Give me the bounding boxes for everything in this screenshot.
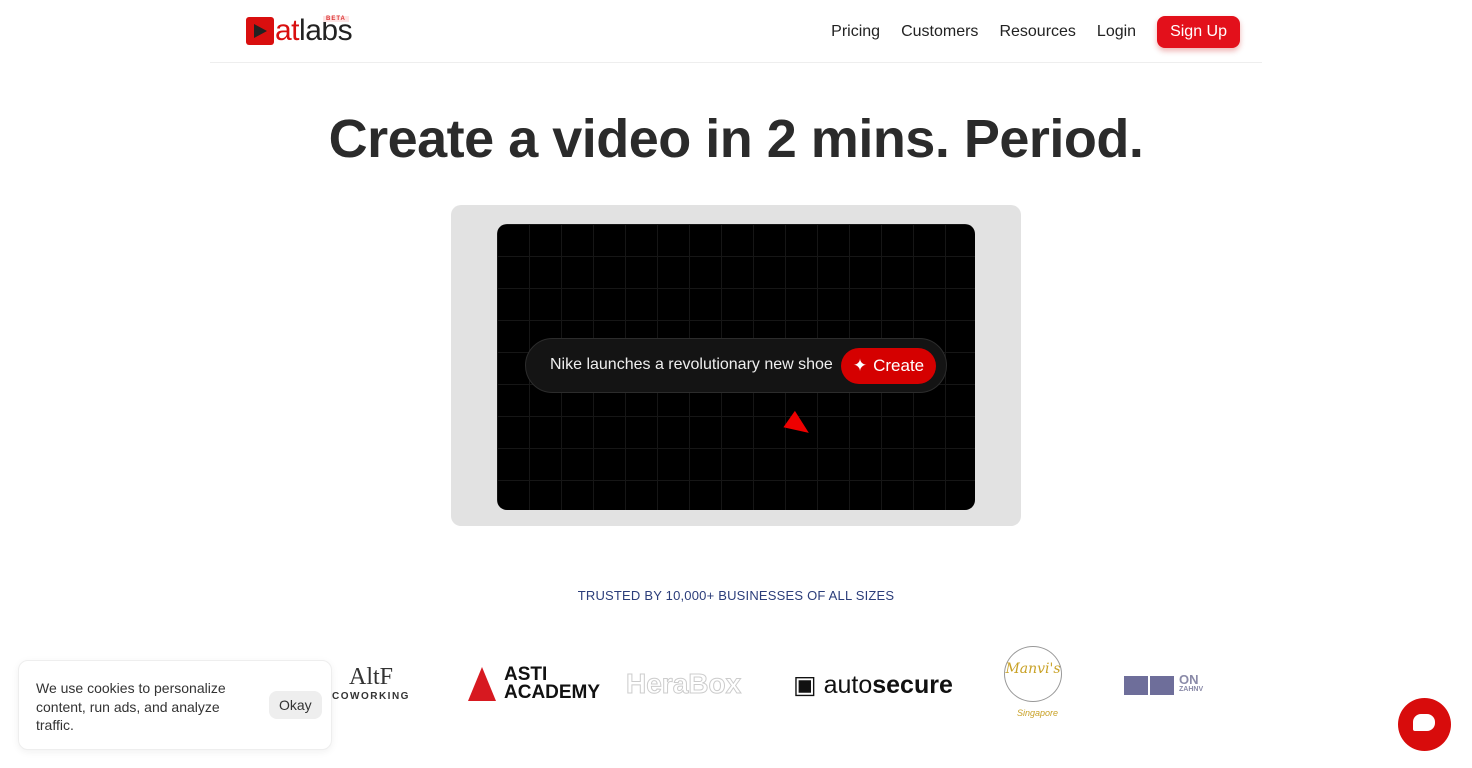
- cookie-banner: We use cookies to personalize content, r…: [18, 660, 332, 750]
- manvis-logo: Manvi's: [1004, 646, 1062, 702]
- create-label: Create: [873, 356, 925, 375]
- video-frame: Nike launches a revolutionary new shoe ✦…: [451, 205, 1021, 526]
- beta-badge: BETA: [323, 16, 349, 22]
- trusted-text: TRUSTED BY 10,000+ BUSINESSES OF ALL SIZ…: [577, 588, 895, 603]
- sparkle-icon: ✦: [852, 356, 868, 375]
- nav-customers[interactable]: Customers: [901, 23, 978, 41]
- nav-login[interactable]: Login: [1097, 23, 1136, 41]
- nav-resources[interactable]: Resources: [999, 23, 1075, 41]
- demo-video[interactable]: Nike launches a revolutionary new shoe ✦…: [497, 224, 975, 510]
- top-nav: atlabs BETA Pricing Customers Resources …: [210, 0, 1262, 63]
- cookie-okay-button[interactable]: Okay: [269, 691, 322, 719]
- create-button: ✦ Create: [841, 348, 936, 384]
- prompt-text: Nike launches a revolutionary new shoe: [550, 356, 833, 373]
- ont-logo: ON ZAHNV: [1124, 675, 1218, 695]
- atlabs-logo[interactable]: atlabs BETA: [246, 14, 353, 47]
- logo-text-a: at: [275, 14, 300, 47]
- herabox-logo: HeraBox: [625, 668, 742, 700]
- signup-button[interactable]: Sign Up: [1157, 16, 1240, 48]
- autosecure-logo: ▣ autosecure: [793, 671, 953, 699]
- nav-pricing[interactable]: Pricing: [831, 23, 880, 41]
- asti-academy-logo: ASTI ACADEMY: [468, 665, 600, 702]
- prompt-bar: Nike launches a revolutionary new shoe ✦…: [525, 338, 947, 393]
- chat-widget-icon[interactable]: [1398, 698, 1451, 751]
- altf-logo: AltF COWORKING: [332, 664, 410, 702]
- manvis-sub: Singapore: [1017, 708, 1059, 718]
- cookie-text: We use cookies to personalize content, r…: [36, 680, 226, 733]
- logo-mark-icon: [246, 17, 274, 45]
- hero-title: Create a video in 2 mins. Period.: [328, 109, 1144, 169]
- cursor-icon: [783, 410, 815, 442]
